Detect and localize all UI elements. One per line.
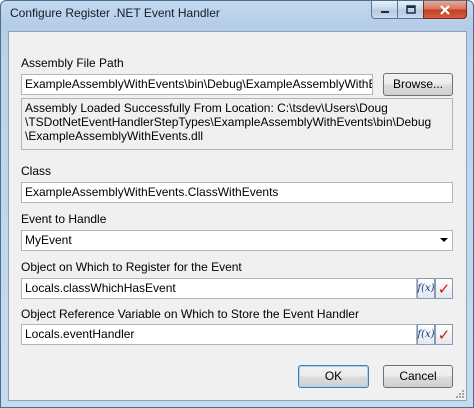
minimize-icon bbox=[380, 10, 389, 13]
event-dropdown-value: MyEvent bbox=[25, 233, 72, 247]
class-input[interactable]: ExampleAssemblyWithEvents.ClassWithEvent… bbox=[21, 182, 453, 203]
register-object-label: Object on Which to Register for the Even… bbox=[21, 260, 242, 274]
caption-buttons bbox=[371, 1, 467, 19]
resize-grip-icon[interactable] bbox=[455, 389, 465, 399]
ok-button[interactable]: OK bbox=[298, 365, 369, 388]
dialog-window: Configure Register .NET Event Handler As… bbox=[0, 0, 474, 408]
register-object-expression-button[interactable]: f(x) bbox=[417, 278, 435, 299]
handler-variable-input[interactable]: Locals.eventHandler bbox=[21, 324, 417, 345]
register-object-input[interactable]: Locals.classWhichHasEvent bbox=[21, 278, 417, 299]
title-bar[interactable]: Configure Register .NET Event Handler bbox=[1, 1, 473, 27]
cancel-button[interactable]: Cancel bbox=[383, 365, 453, 388]
maximize-icon bbox=[405, 4, 416, 14]
handler-variable-label: Object Reference Variable on Which to St… bbox=[21, 307, 359, 321]
assembly-path-label: Assembly File Path bbox=[21, 56, 124, 70]
assembly-status-text: Assembly Loaded Successfully From Locati… bbox=[21, 98, 453, 150]
check-icon: ✓ bbox=[437, 325, 451, 344]
register-object-check-button[interactable]: ✓ bbox=[435, 278, 453, 299]
event-dropdown[interactable]: MyEvent bbox=[21, 230, 453, 251]
chevron-down-icon[interactable] bbox=[440, 238, 448, 242]
minimize-button[interactable] bbox=[371, 1, 397, 19]
maximize-button[interactable] bbox=[397, 1, 423, 19]
assembly-path-input[interactable]: ExampleAssemblyWithEvents\bin\Debug\Exam… bbox=[21, 74, 373, 95]
handler-variable-check-button[interactable]: ✓ bbox=[435, 324, 453, 345]
function-icon: f(x) bbox=[417, 329, 435, 340]
handler-variable-expression-button[interactable]: f(x) bbox=[417, 324, 435, 345]
class-label: Class bbox=[21, 164, 52, 178]
close-icon bbox=[440, 4, 450, 15]
check-icon: ✓ bbox=[437, 279, 451, 298]
browse-button[interactable]: Browse... bbox=[383, 73, 453, 96]
dialog-client-area: Assembly File Path ExampleAssemblyWithEv… bbox=[8, 31, 467, 401]
window-title: Configure Register .NET Event Handler bbox=[10, 6, 220, 20]
close-button[interactable] bbox=[423, 1, 467, 19]
event-label: Event to Handle bbox=[21, 212, 107, 226]
function-icon: f(x) bbox=[417, 283, 435, 294]
